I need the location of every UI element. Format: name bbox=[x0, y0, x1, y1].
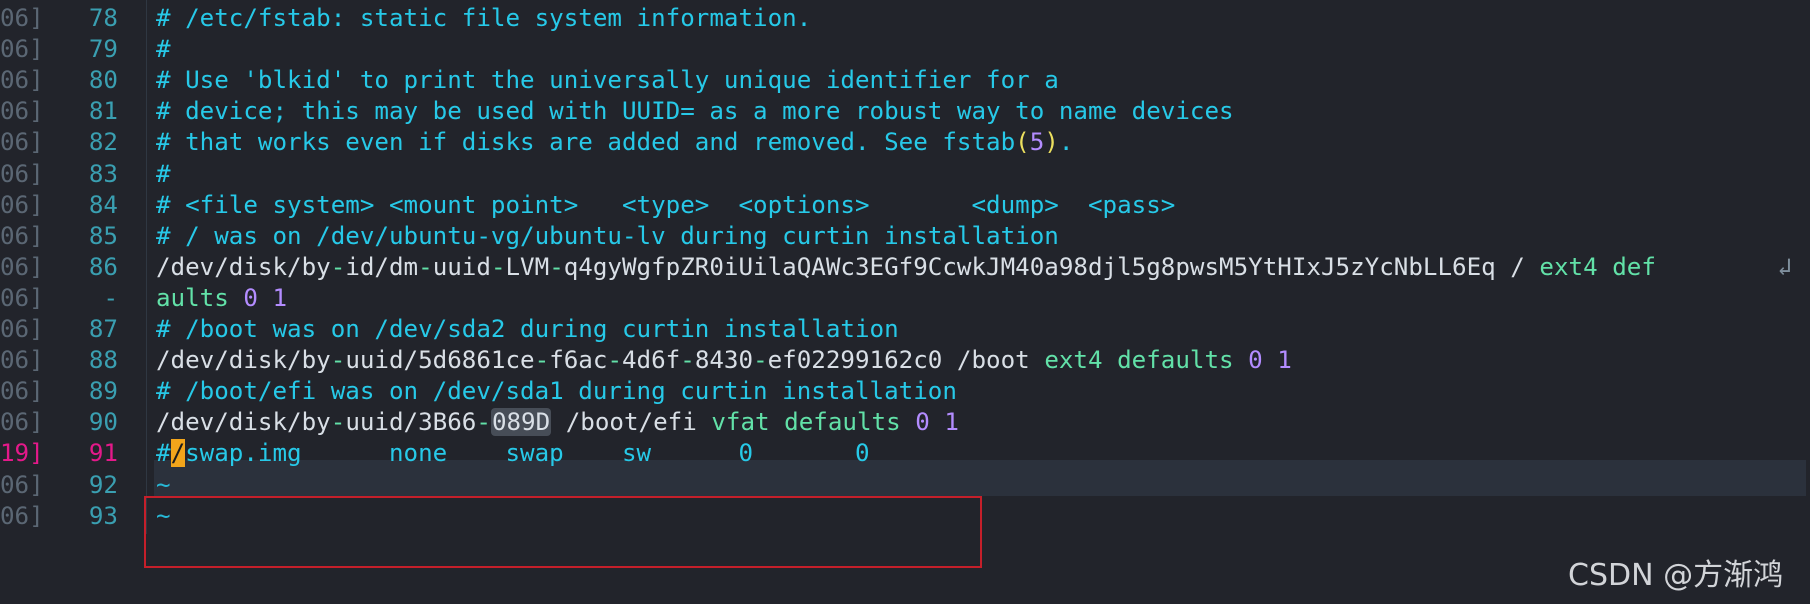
code-token: /dev/disk/by bbox=[156, 408, 331, 437]
code-token: ~ bbox=[156, 501, 171, 530]
code-token: . bbox=[1058, 128, 1074, 157]
watermark: CSDN @方渐鸿 bbox=[1568, 558, 1784, 593]
code-token: ~ bbox=[156, 470, 171, 499]
code-token: 0 1 bbox=[1233, 346, 1292, 375]
code-token: LVM bbox=[505, 252, 550, 281]
code-token: - bbox=[753, 346, 768, 375]
code-token: - bbox=[418, 252, 433, 281]
code-token: # /boot/efi was on /dev/sda1 during curt… bbox=[156, 377, 957, 406]
code-token: # bbox=[156, 439, 171, 468]
code-token: ext4 def bbox=[1539, 252, 1656, 281]
text-cursor: / bbox=[170, 439, 186, 468]
code-token: # / was on /dev/ubuntu-vg/ubuntu-lv duri… bbox=[156, 221, 1059, 250]
code-token: q4gyWgfpZR0iUilaQAWc3EGf9CcwkJM40a98djl5… bbox=[563, 252, 1540, 281]
code-token: ext4 defaults bbox=[1044, 346, 1234, 375]
code-token: swap.img none swap sw 0 0 bbox=[185, 439, 870, 468]
code-token: # /etc/fstab: static file system informa… bbox=[156, 4, 812, 32]
code-token: uuid/3B66 bbox=[345, 408, 477, 437]
code-token: # device; this may be used with UUID= as… bbox=[156, 97, 1234, 126]
code-token: uuid/5d6861ce bbox=[345, 346, 535, 375]
vim-editor[interactable]: 06] 78 # /etc/fstab: static file system in… bbox=[0, 0, 1810, 604]
editor-line[interactable]: 06] 93 ~ bbox=[0, 497, 1810, 534]
code-token: 8430 bbox=[694, 346, 754, 375]
code-token: uuid bbox=[432, 252, 491, 281]
code-token: - bbox=[490, 252, 506, 281]
code-token: 0 1 bbox=[228, 283, 288, 312]
code-token: /dev/disk/by bbox=[156, 252, 331, 281]
code-token: vfat defaults bbox=[711, 408, 901, 437]
code-token: ef02299162c0 /boot bbox=[767, 346, 1045, 375]
code-token: # <file system> <mount point> <type> <op… bbox=[156, 190, 1176, 219]
code-text[interactable]: ~ bbox=[156, 498, 1796, 534]
code-token: # Use 'blkid' to print the universally u… bbox=[156, 66, 1059, 95]
code-token: # /boot was on /dev/sda2 during curtin i… bbox=[156, 315, 899, 343]
gutter-marker: 06] bbox=[0, 501, 44, 530]
gutter-separator bbox=[146, 497, 147, 534]
code-token: - bbox=[607, 346, 622, 375]
code-token: 089D bbox=[490, 408, 552, 437]
code-token: 4d6f bbox=[622, 346, 681, 375]
code-token: 0 1 bbox=[900, 408, 959, 437]
code-token: 5 bbox=[1029, 128, 1045, 157]
code-token: id/dm bbox=[345, 252, 419, 281]
code-token: /boot/efi bbox=[551, 408, 712, 437]
code-token: # bbox=[156, 35, 171, 64]
code-token: - bbox=[549, 252, 564, 281]
code-token: f6ac bbox=[549, 346, 608, 375]
code-token: # that works even if disks are added and… bbox=[156, 128, 1016, 157]
code-token: ( bbox=[1015, 128, 1030, 157]
code-token: - bbox=[476, 408, 491, 437]
code-token: - bbox=[330, 252, 346, 281]
code-token: # bbox=[156, 159, 171, 188]
code-token: - bbox=[330, 346, 346, 375]
code-token: /dev/disk/by bbox=[156, 346, 331, 375]
line-number: 93 bbox=[88, 501, 118, 530]
code-token: - bbox=[330, 408, 346, 437]
code-token: aults bbox=[156, 283, 229, 312]
code-token: - bbox=[680, 346, 695, 375]
code-token: - bbox=[534, 346, 550, 375]
code-token: ) bbox=[1044, 128, 1059, 157]
